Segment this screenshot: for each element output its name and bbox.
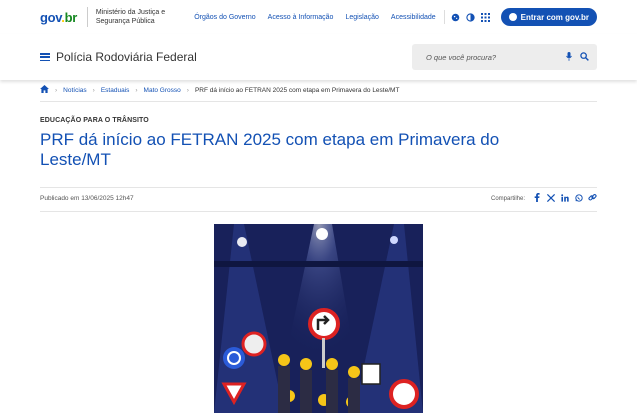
top-bar: gov.br Ministério da Justiça e Segurança… [0, 0, 637, 34]
breadcrumb-item-noticias[interactable]: Notícias [63, 87, 86, 94]
whatsapp-icon[interactable] [574, 193, 583, 204]
share-bar: Compartilhe: [491, 193, 597, 204]
search-icon[interactable] [580, 51, 589, 63]
login-button[interactable]: Entrar com gov.br [500, 8, 597, 26]
contrast-icon[interactable] [465, 11, 476, 23]
breadcrumb-item-estaduais[interactable]: Estaduais [101, 87, 130, 94]
breadcrumb-current: PRF dá início ao FETRAN 2025 com etapa e… [194, 86, 400, 94]
ministry-line-2: Segurança Pública [95, 18, 155, 25]
ministry-name: Ministério da Justiça e Segurança Públic… [96, 8, 176, 26]
logo-part-br: br [64, 9, 78, 25]
microphone-icon[interactable] [566, 51, 572, 63]
divider [40, 211, 597, 212]
published-date: Publicado em 13/06/2025 12h47 [40, 195, 134, 202]
chevron-right-icon: › [55, 86, 58, 94]
link-orgaos-governo[interactable]: Órgãos do Governo [194, 14, 255, 21]
cookie-icon[interactable] [451, 11, 462, 23]
logo-part-gov: gov [40, 9, 62, 25]
govbr-logo[interactable]: gov.br [40, 10, 77, 25]
top-links: Órgãos do Governo Acesso à Informação Le… [194, 14, 435, 21]
stage-photo-illustration [214, 224, 423, 413]
breadcrumb-item-mato-grosso[interactable]: Mato Grosso [144, 87, 181, 94]
chevron-right-icon: › [186, 86, 189, 94]
article-title: PRF dá início ao FETRAN 2025 com etapa e… [40, 130, 500, 169]
article-photo [214, 224, 423, 413]
divider [443, 10, 445, 24]
search-placeholder: O que você procura? [426, 52, 497, 62]
divider [40, 187, 597, 188]
facebook-icon[interactable] [532, 193, 541, 204]
search-input[interactable]: O que você procura? [412, 44, 597, 70]
divider [86, 7, 88, 27]
link-copy-icon[interactable] [588, 193, 597, 204]
link-acesso-informacao[interactable]: Acesso à Informação [268, 14, 334, 21]
link-legislacao[interactable]: Legislação [345, 14, 378, 21]
link-acessibilidade[interactable]: Acessibilidade [391, 14, 436, 21]
article-kicker: EDUCAÇÃO PARA O TRÂNSITO [40, 117, 149, 124]
breadcrumb: › Notícias › Estaduais › Mato Grosso › P… [40, 85, 399, 95]
login-label: Entrar com gov.br [520, 12, 589, 22]
chevron-right-icon: › [92, 86, 95, 94]
share-label: Compartilhe: [490, 195, 525, 202]
site-name[interactable]: Polícia Rodoviária Federal [56, 50, 197, 64]
divider [40, 101, 597, 102]
menu-icon[interactable] [40, 53, 50, 61]
home-icon[interactable] [40, 85, 49, 95]
user-icon [508, 13, 517, 21]
site-header: Polícia Rodoviária Federal O que você pr… [0, 34, 637, 80]
ministry-line-1: Ministério da Justiça e [95, 9, 166, 16]
linkedin-icon[interactable] [560, 193, 569, 204]
apps-grid-icon[interactable] [480, 11, 491, 23]
chevron-right-icon: › [135, 86, 138, 94]
x-twitter-icon[interactable] [546, 193, 555, 204]
